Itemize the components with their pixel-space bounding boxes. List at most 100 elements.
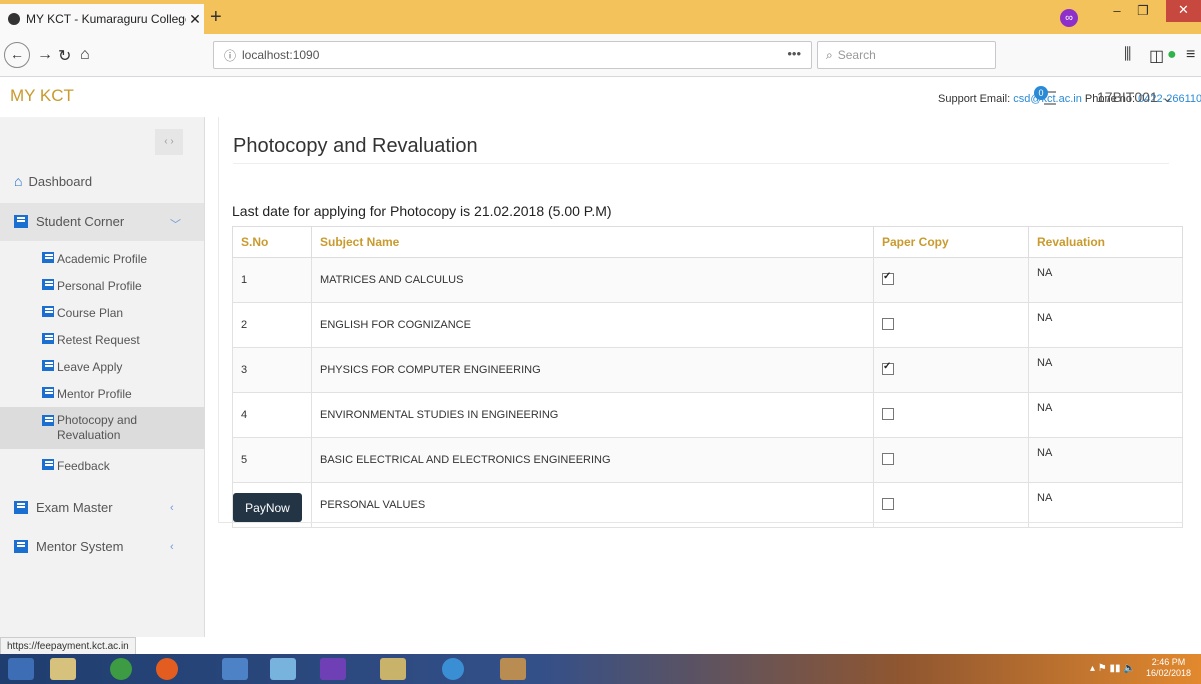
- sidebar-item-mentor-system[interactable]: Mentor System: [14, 539, 123, 554]
- close-window-icon[interactable]: ✕: [1166, 0, 1201, 22]
- list-icon: [42, 459, 54, 470]
- paper-copy-cell: [873, 392, 1029, 438]
- brand-logo[interactable]: MY KCT: [10, 86, 74, 106]
- pay-now-button[interactable]: PayNow: [233, 493, 302, 522]
- sidebar-item-label: Mentor Profile: [57, 387, 132, 401]
- revaluation-cell: NA: [1028, 482, 1183, 528]
- clock-date: 16/02/2018: [1146, 668, 1192, 678]
- page-actions-icon[interactable]: •••: [787, 46, 801, 61]
- table-row: 4 ENVIRONMENTAL STUDIES IN ENGINEERING NA: [232, 392, 1183, 438]
- hamburger-menu-icon[interactable]: ≡: [1186, 46, 1195, 64]
- list-icon: [42, 360, 54, 371]
- deadline-notice: Last date for applying for Photocopy is …: [232, 203, 612, 219]
- paper-copy-cell: [873, 482, 1029, 528]
- subject-cell: PERSONAL VALUES: [311, 482, 874, 528]
- chevron-left-icon[interactable]: ‹: [170, 541, 174, 553]
- sidebar-item-label: Leave Apply: [57, 360, 123, 374]
- user-menu[interactable]: 17BIT001 ⌄: [1097, 89, 1173, 106]
- table-row: 1MATRICES AND CALCULUS NA: [232, 257, 1183, 303]
- sidebar-item-personal-profile[interactable]: Personal Profile: [42, 279, 142, 294]
- list-icon: [42, 279, 54, 290]
- list-icon: [42, 387, 54, 398]
- paper-copy-checkbox[interactable]: [882, 497, 894, 510]
- sidebar-item-student-corner[interactable]: Student Corner ﹀: [0, 203, 204, 241]
- paper-copy-checkbox[interactable]: [882, 271, 894, 285]
- home-icon[interactable]: ⌂: [80, 46, 90, 64]
- windows-taskbar: ▴ ⚑ ▮▮ 🔈 2:46 PM 16/02/2018: [0, 654, 1201, 684]
- sidebar-item-retest-request[interactable]: Retest Request: [42, 333, 140, 348]
- paper-copy-cell: [873, 302, 1029, 348]
- firefox-icon[interactable]: [156, 658, 178, 680]
- library-icon[interactable]: ⫼: [1124, 46, 1131, 64]
- forward-arrow-icon[interactable]: →: [37, 46, 53, 64]
- folder-icon[interactable]: [270, 658, 296, 680]
- sno-cell: 5: [232, 437, 312, 483]
- chrome-icon[interactable]: [110, 658, 132, 680]
- table-row: 3PHYSICS FOR COMPUTER ENGINEERING NA: [232, 347, 1183, 393]
- sidebar-item-feedback[interactable]: Feedback: [42, 459, 110, 474]
- notifications-icon[interactable]: 0: [1034, 86, 1056, 105]
- info-icon[interactable]: ⓘ: [224, 47, 236, 64]
- sidebar-item-leave-apply[interactable]: Leave Apply: [42, 360, 122, 375]
- support-email-label: Support Email:: [938, 93, 1011, 105]
- tab-close-icon[interactable]: ✕: [186, 11, 204, 28]
- address-bar[interactable]: ⓘ localhost:1090 •••: [213, 41, 812, 69]
- app-shortcut-icon[interactable]: [380, 658, 406, 680]
- subject-cell: BASIC ELECTRICAL AND ELECTRONICS ENGINEE…: [311, 437, 874, 483]
- sidebar-item-label: Retest Request: [57, 333, 140, 347]
- back-arrow-icon[interactable]: ←: [4, 42, 30, 68]
- private-mask-icon: ∞: [1060, 9, 1078, 27]
- sno-cell: 4: [232, 392, 312, 438]
- taskbar-clock[interactable]: 2:46 PM 16/02/2018: [1146, 657, 1191, 679]
- browser-nav-bar: ← → ↻ ⌂ ⓘ localhost:1090 ••• ⌕ Search ⫼ …: [0, 34, 1201, 77]
- user-id: 17BIT001: [1097, 89, 1158, 105]
- chevron-left-icon[interactable]: ‹: [170, 502, 174, 514]
- grammarly-icon[interactable]: ●: [1167, 46, 1177, 64]
- divider: [219, 522, 1183, 523]
- subjects-table: S.No Subject Name Paper Copy Revaluation…: [232, 226, 1183, 528]
- table-row: 2 ENGLISH FOR COGNIZANCE NA: [232, 302, 1183, 348]
- notification-badge: 0: [1034, 86, 1048, 100]
- home-icon: ⌂: [14, 173, 23, 189]
- sidebar-item-exam-master[interactable]: Exam Master: [14, 500, 113, 515]
- paper-copy-cell: [873, 347, 1029, 393]
- sidebar-item-mentor-profile[interactable]: Mentor Profile: [42, 387, 132, 402]
- sidebar-collapse-button[interactable]: ‹ ›: [155, 129, 183, 155]
- app-header: MY KCT Support Email: csd@kct.ac.in Phon…: [0, 77, 1201, 117]
- list-icon: [42, 415, 54, 426]
- new-tab-button[interactable]: +: [210, 6, 222, 29]
- sidebar-item-dashboard[interactable]: ⌂ Dashboard: [14, 173, 92, 189]
- paper-copy-checkbox[interactable]: [882, 361, 894, 375]
- sidebar-item-academic-profile[interactable]: Academic Profile: [42, 252, 147, 267]
- sidebar-toggle-icon[interactable]: ◫: [1149, 46, 1164, 66]
- app-shortcut-icon[interactable]: [442, 658, 464, 680]
- app-shortcut-icon[interactable]: [222, 658, 248, 680]
- start-windows-icon[interactable]: [8, 658, 34, 680]
- paper-copy-checkbox[interactable]: [882, 317, 894, 330]
- paper-copy-checkbox[interactable]: [882, 452, 894, 465]
- revaluation-cell: NA: [1028, 347, 1183, 393]
- search-placeholder: Search: [837, 48, 876, 62]
- sidebar-item-photocopy-and-revaluation[interactable]: Photocopy and Revaluation: [0, 407, 204, 449]
- page-title: Photocopy and Revaluation: [233, 135, 478, 157]
- sno-cell: 2: [232, 302, 312, 348]
- subject-cell: MATRICES AND CALCULUS: [311, 257, 874, 303]
- visual-studio-icon[interactable]: [320, 658, 346, 680]
- list-icon: [14, 215, 28, 228]
- browser-tab[interactable]: MY KCT - Kumaraguru College ✕: [0, 4, 204, 34]
- search-input[interactable]: ⌕ Search: [817, 41, 996, 69]
- paper-copy-checkbox[interactable]: [882, 407, 894, 420]
- sidebar-item-label: Feedback: [57, 459, 110, 473]
- app-shortcut-icon[interactable]: [500, 658, 526, 680]
- system-tray-icons[interactable]: ▴ ⚑ ▮▮ 🔈: [1090, 663, 1136, 674]
- divider: [233, 163, 1169, 164]
- minimize-icon[interactable]: –: [1106, 3, 1128, 18]
- paper-copy-cell: [873, 437, 1029, 483]
- file-explorer-icon[interactable]: [50, 658, 76, 680]
- column-header-sno: S.No: [232, 226, 312, 258]
- reload-icon[interactable]: ↻: [58, 46, 71, 66]
- restore-icon[interactable]: ❐: [1132, 3, 1154, 19]
- tab-title: MY KCT - Kumaraguru College: [26, 12, 186, 26]
- clock-time: 2:46 PM: [1151, 657, 1186, 667]
- sidebar-item-course-plan[interactable]: Course Plan: [42, 306, 123, 321]
